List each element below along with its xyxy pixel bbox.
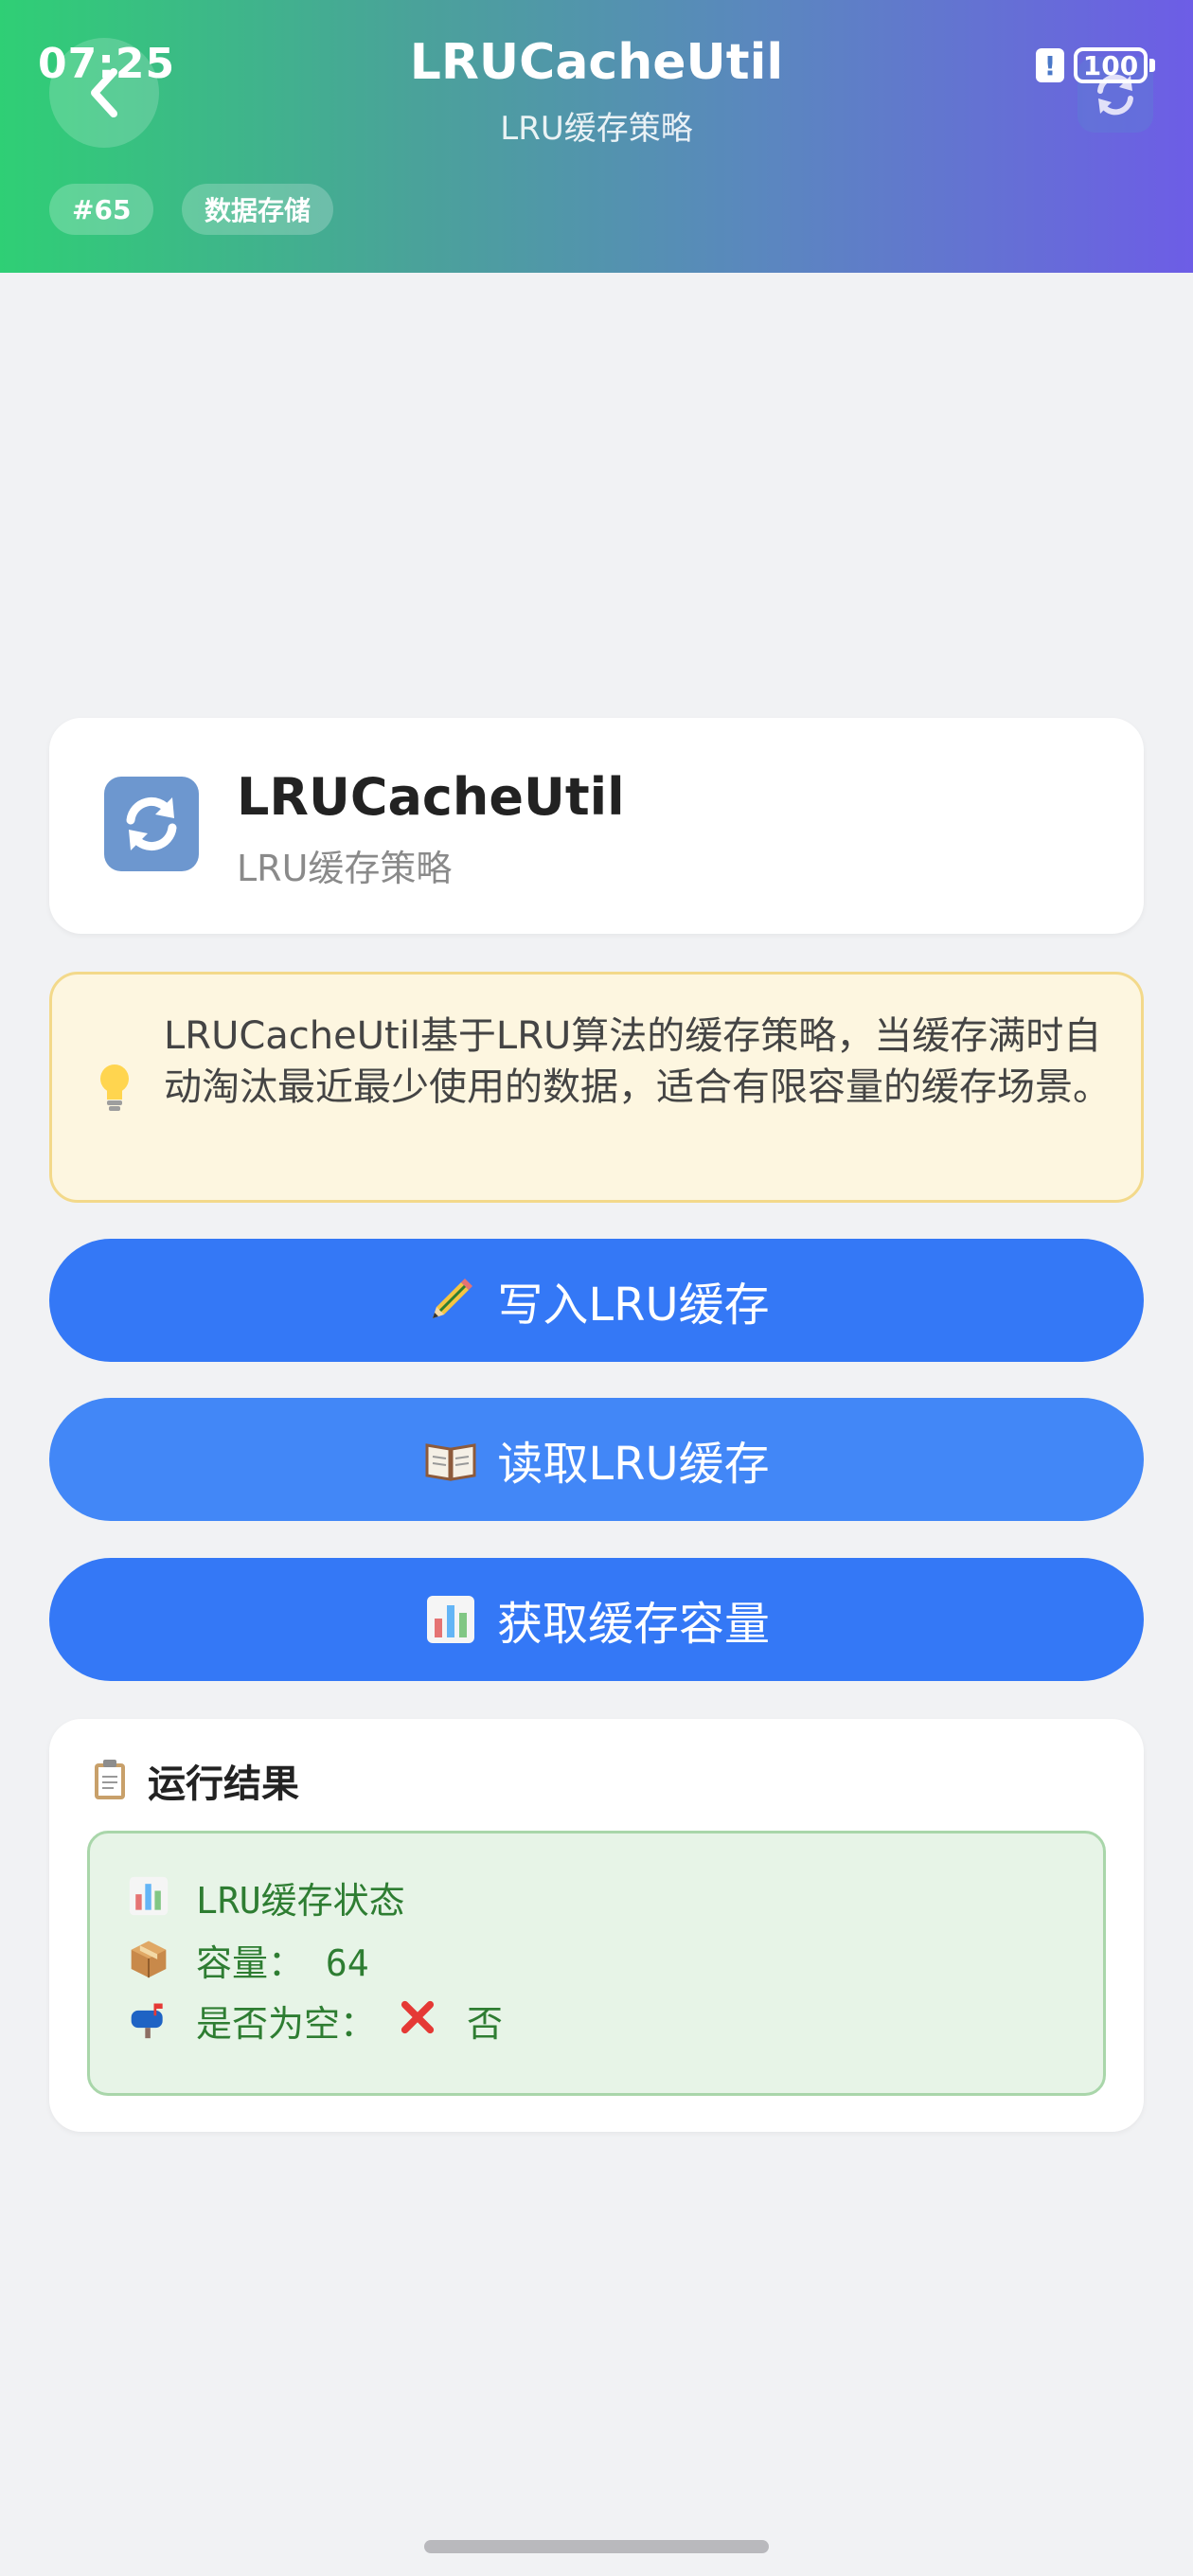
bar-chart-icon bbox=[128, 1875, 173, 1921]
book-icon bbox=[423, 1432, 478, 1487]
tag-id: #65 bbox=[49, 184, 154, 235]
result-line-empty: 是否为空： 否 bbox=[128, 1995, 503, 2047]
pencil-icon bbox=[423, 1273, 478, 1328]
get-cache-capacity-button[interactable]: 获取缓存容量 bbox=[49, 1558, 1144, 1681]
page-title: LRUCacheUtil bbox=[409, 34, 784, 91]
battery-icon: 100 bbox=[1074, 47, 1148, 83]
capacity-button-label: 获取缓存容量 bbox=[496, 1598, 770, 1651]
write-button-label: 写入LRU缓存 bbox=[497, 1279, 770, 1332]
battery-tip bbox=[1149, 59, 1155, 72]
module-subtitle: LRU缓存策略 bbox=[237, 848, 453, 889]
clipboard-icon bbox=[87, 1758, 133, 1803]
page-subtitle: LRU缓存策略 bbox=[500, 110, 693, 148]
result-line-label: 是否为空： bbox=[196, 2003, 377, 2045]
home-indicator[interactable] bbox=[424, 2540, 769, 2553]
lightbulb-icon bbox=[100, 1064, 129, 1111]
result-line-status: LRU缓存状态 bbox=[128, 1871, 405, 1923]
result-line-capacity: 容量： 64 bbox=[128, 1934, 369, 1986]
result-line-text: 容量： 64 bbox=[196, 1942, 369, 1984]
result-output: LRU缓存状态 容量： 64 是否为空： 否 bbox=[87, 1831, 1106, 2096]
read-lru-cache-button[interactable]: 读取LRU缓存 bbox=[49, 1398, 1144, 1521]
cross-mark-icon bbox=[399, 1998, 444, 2044]
result-line-value: 否 bbox=[467, 2003, 504, 2045]
info-tip: LRUCacheUtil基于LRU算法的缓存策略，当缓存满时自动淘汰最近最少使用… bbox=[49, 972, 1144, 1203]
bar-chart-icon bbox=[423, 1592, 478, 1647]
result-title: 运行结果 bbox=[148, 1762, 299, 1806]
result-card: 运行结果 LRU缓存状态 容量： 64 是否为空： 否 bbox=[49, 1719, 1144, 2132]
result-header: 运行结果 bbox=[87, 1753, 299, 1808]
tag-category: 数据存储 bbox=[182, 184, 334, 235]
read-button-label: 读取LRU缓存 bbox=[497, 1438, 770, 1491]
info-text: LRUCacheUtil基于LRU算法的缓存策略，当缓存满时自动淘汰最近最少使用… bbox=[164, 1014, 1111, 1109]
mailbox-icon bbox=[128, 1998, 173, 2044]
module-name: LRUCacheUtil bbox=[237, 767, 625, 827]
refresh-arrows-icon bbox=[104, 777, 199, 871]
title-card: LRUCacheUtil LRU缓存策略 bbox=[49, 718, 1144, 934]
alert-icon: ! bbox=[1036, 48, 1064, 82]
package-icon bbox=[128, 1938, 173, 1983]
app-header: 07:25 LRUCacheUtil LRU缓存策略 ! 100 #65 数据存… bbox=[0, 0, 1193, 273]
result-line-text: LRU缓存状态 bbox=[196, 1880, 405, 1922]
status-indicators: ! 100 bbox=[1036, 47, 1155, 83]
write-lru-cache-button[interactable]: 写入LRU缓存 bbox=[49, 1239, 1144, 1362]
